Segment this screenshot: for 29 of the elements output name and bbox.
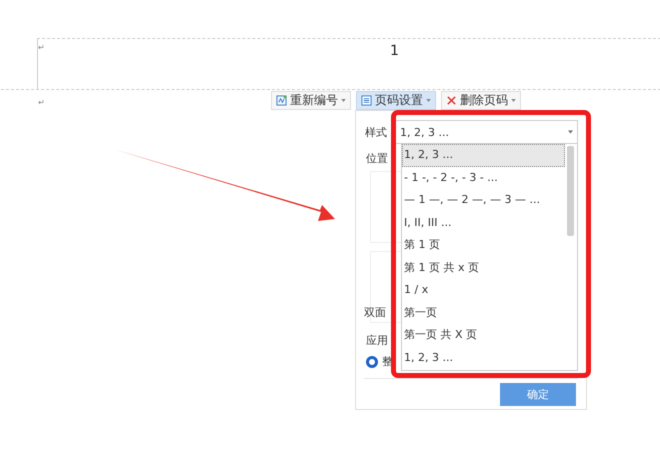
style-option[interactable]: — 1 —, — 2 —, — 3 — ...: [402, 189, 565, 212]
delete-icon: [446, 95, 457, 106]
style-option[interactable]: I, II, III ...: [402, 212, 565, 234]
style-option[interactable]: 第一页: [402, 302, 565, 324]
double-sided-label: 双面: [364, 305, 386, 320]
return-mark: ↵: [38, 98, 45, 107]
style-label: 样式: [365, 124, 387, 140]
toolbar-button[interactable]: 重新编号: [271, 91, 351, 110]
page-number: 1: [390, 43, 399, 59]
toolbar-button[interactable]: 页码设置: [356, 91, 436, 110]
style-option[interactable]: 1 / x: [402, 279, 565, 302]
renumber-icon: [276, 95, 287, 106]
return-mark: ↵: [38, 43, 45, 52]
style-option[interactable]: - 1 -, - 2 -, - 3 - ...: [402, 166, 565, 189]
scrollbar[interactable]: [567, 146, 574, 236]
style-option[interactable]: 1, 2, 3 ...: [402, 144, 565, 166]
style-option[interactable]: 第 1 页: [402, 234, 565, 256]
caret-icon: [426, 99, 431, 102]
page-settings-icon: [361, 95, 372, 106]
style-option[interactable]: 第 1 页 共 x 页: [402, 256, 565, 279]
caret-icon: [341, 99, 346, 102]
caret-icon: [511, 99, 516, 102]
caret-icon: [568, 130, 573, 134]
style-option[interactable]: 1, 2, 3 ...: [402, 346, 565, 369]
style-option[interactable]: 第一页 共 X 页: [402, 324, 565, 346]
radio-button[interactable]: [366, 356, 378, 368]
apply-range-label: 应用: [366, 333, 388, 348]
position-label: 位置: [366, 151, 388, 166]
toolbar-button[interactable]: 删除页码: [441, 91, 521, 110]
